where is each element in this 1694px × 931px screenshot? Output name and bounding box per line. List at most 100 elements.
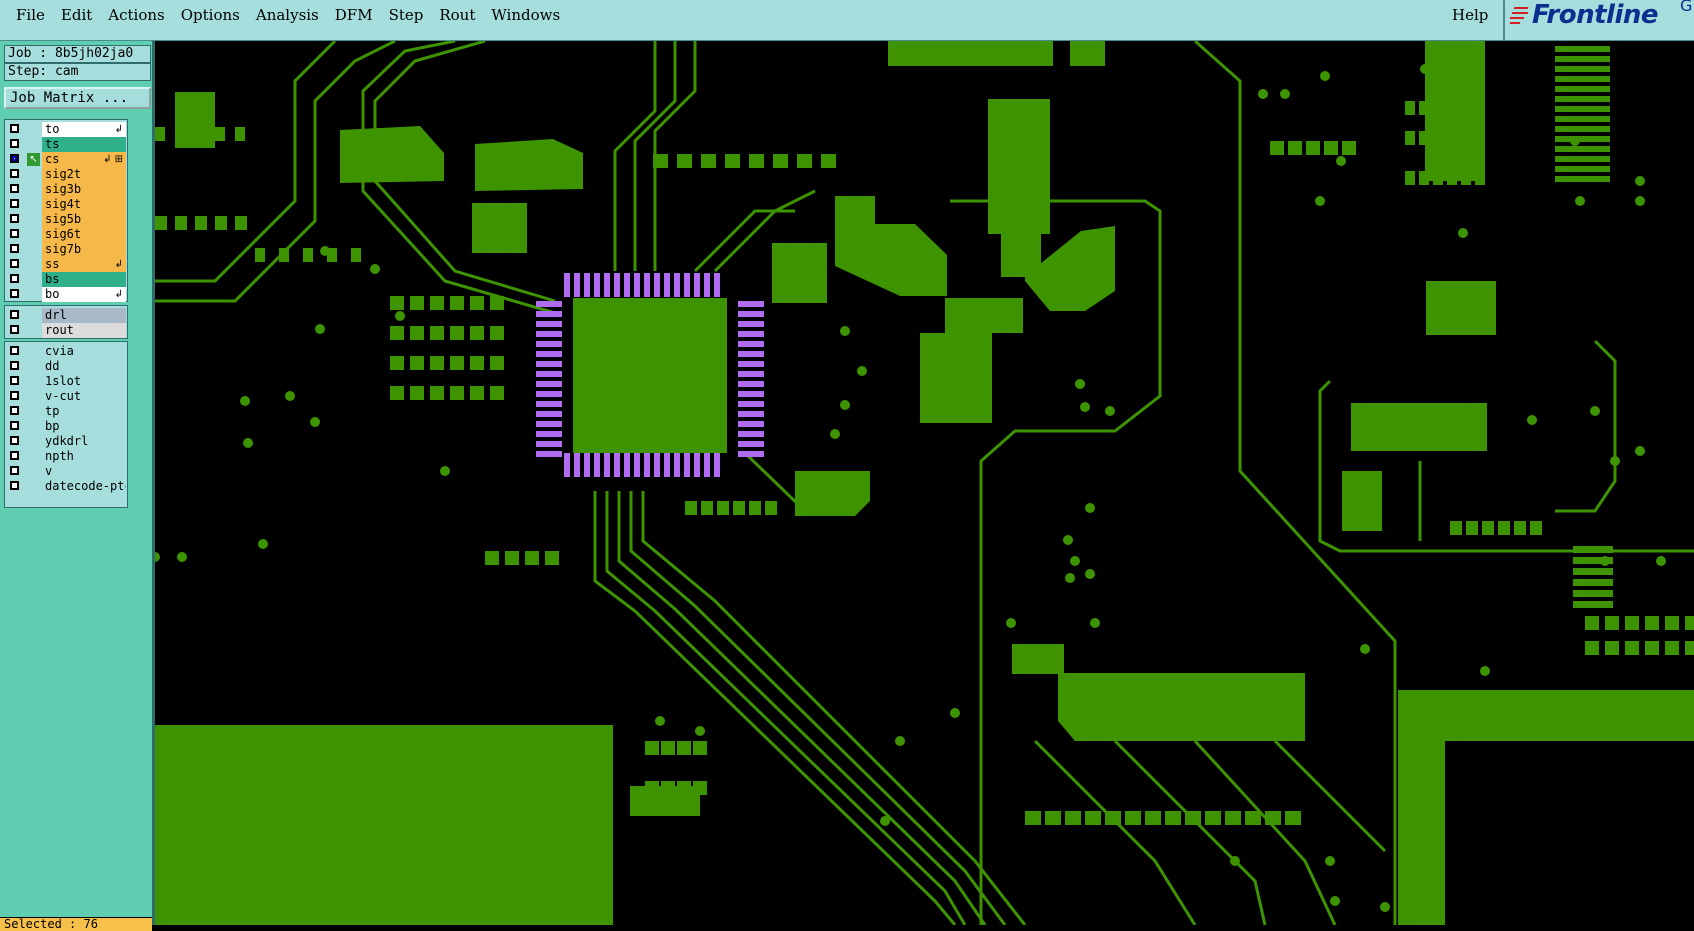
layer-checkbox[interactable] (10, 436, 19, 445)
layer-name[interactable]: 1slot (42, 374, 126, 389)
layer-row-1slot[interactable]: 1slot (5, 374, 127, 389)
layer-name[interactable]: sig5b (42, 212, 126, 227)
layer-checkbox[interactable] (10, 406, 19, 415)
affected-slot[interactable] (27, 198, 40, 211)
layer-row-tp[interactable]: tp (5, 404, 127, 419)
affected-slot[interactable] (27, 228, 40, 241)
affected-slot[interactable] (27, 390, 40, 403)
menu-rout[interactable]: Rout (431, 4, 483, 26)
layer-checkbox[interactable] (10, 481, 19, 490)
layer-row-dd[interactable]: dd (5, 359, 127, 374)
layer-row-ydkdrl[interactable]: ydkdrl (5, 434, 127, 449)
layer-checkbox[interactable] (10, 289, 19, 298)
layer-name[interactable]: sig3b (42, 182, 126, 197)
menu-help[interactable]: Help (1452, 4, 1488, 26)
layer-row-sig5b[interactable]: sig5b (5, 212, 127, 227)
affected-slot[interactable] (27, 324, 40, 337)
layer-checkbox[interactable] (10, 346, 19, 355)
layer-row-drl[interactable]: drl (5, 308, 127, 323)
affected-slot[interactable] (27, 258, 40, 271)
layer-name[interactable]: rout (42, 323, 126, 338)
layer-checkbox[interactable] (10, 310, 19, 319)
layer-name[interactable]: dd (42, 359, 126, 374)
layer-row-sig7b[interactable]: sig7b (5, 242, 127, 257)
affected-slot[interactable] (27, 213, 40, 226)
layer-row-npth[interactable]: npth (5, 449, 127, 464)
layer-checkbox[interactable] (10, 466, 19, 475)
menu-step[interactable]: Step (381, 4, 432, 26)
layer-row-v[interactable]: v (5, 464, 127, 479)
affected-slot[interactable] (27, 309, 40, 322)
layer-name[interactable]: v (42, 464, 126, 479)
layer-name[interactable]: sig2t (42, 167, 126, 182)
layer-row-v-cut[interactable]: v-cut (5, 389, 127, 404)
menu-file[interactable]: File (8, 4, 53, 26)
layer-name[interactable]: bs (42, 272, 126, 287)
layer-checkbox[interactable] (10, 169, 19, 178)
affected-slot[interactable] (27, 360, 40, 373)
layer-checkbox[interactable] (10, 184, 19, 193)
menu-actions[interactable]: Actions (100, 4, 172, 26)
layer-row-sig6t[interactable]: sig6t (5, 227, 127, 242)
affected-slot[interactable] (27, 138, 40, 151)
affected-slot[interactable] (27, 375, 40, 388)
affected-slot[interactable] (27, 183, 40, 196)
affected-slot[interactable] (27, 168, 40, 181)
layer-checkbox[interactable] (10, 274, 19, 283)
layer-name[interactable]: npth (42, 449, 126, 464)
layer-name[interactable]: ydkdrl (42, 434, 126, 449)
affected-slot[interactable] (27, 465, 40, 478)
layer-name[interactable]: ss ↲ (42, 257, 126, 272)
layer-checkbox[interactable] (10, 325, 19, 334)
menu-analysis[interactable]: Analysis (248, 4, 327, 26)
layer-name[interactable]: to ↲ (42, 122, 126, 137)
affected-cursor-icon[interactable]: ↖ (27, 153, 40, 166)
affected-slot[interactable] (27, 480, 40, 493)
affected-slot[interactable] (27, 405, 40, 418)
layer-checkbox[interactable] (10, 376, 19, 385)
affected-slot[interactable] (27, 345, 40, 358)
layer-name[interactable]: tp (42, 404, 126, 419)
layer-name[interactable]: bo ↲ (42, 287, 126, 302)
menu-windows[interactable]: Windows (483, 4, 568, 26)
layer-checkbox[interactable] (10, 244, 19, 253)
layer-checkbox[interactable] (10, 154, 19, 163)
affected-slot[interactable] (27, 450, 40, 463)
pcb-layout[interactable] (155, 41, 1694, 925)
layer-checkbox[interactable] (10, 214, 19, 223)
layer-name[interactable]: sig7b (42, 242, 126, 257)
affected-slot[interactable] (27, 288, 40, 301)
layer-checkbox[interactable] (10, 124, 19, 133)
layer-row-datecode-ptc[interactable]: datecode-ptc (5, 479, 127, 494)
layer-name[interactable]: cs ↲ ⊞ (42, 152, 126, 167)
affected-slot[interactable] (27, 420, 40, 433)
layer-row-sig2t[interactable]: sig2t (5, 167, 127, 182)
layer-checkbox[interactable] (10, 361, 19, 370)
layer-row-ss[interactable]: ss ↲ (5, 257, 127, 272)
layer-row-rout[interactable]: rout (5, 323, 127, 338)
layer-checkbox[interactable] (10, 199, 19, 208)
affected-slot[interactable] (27, 435, 40, 448)
layer-row-cvia[interactable]: cvia (5, 344, 127, 359)
affected-slot[interactable] (27, 243, 40, 256)
layer-name[interactable]: cvia (42, 344, 126, 359)
layer-row-bo[interactable]: bo ↲ (5, 287, 127, 302)
layer-row-ts[interactable]: ts (5, 137, 127, 152)
layer-checkbox[interactable] (10, 259, 19, 268)
layer-name[interactable]: v-cut (42, 389, 126, 404)
layer-checkbox[interactable] (10, 229, 19, 238)
layer-row-to[interactable]: to ↲ (5, 122, 127, 137)
affected-slot[interactable] (27, 273, 40, 286)
layer-row-sig3b[interactable]: sig3b (5, 182, 127, 197)
menu-edit[interactable]: Edit (53, 4, 100, 26)
layer-row-sig4t[interactable]: sig4t (5, 197, 127, 212)
layer-name[interactable]: sig6t (42, 227, 126, 242)
menu-options[interactable]: Options (173, 4, 248, 26)
layer-name[interactable]: bp (42, 419, 126, 434)
layer-name[interactable]: ts (42, 137, 126, 152)
layer-name[interactable]: datecode-ptc (42, 479, 126, 494)
layer-checkbox[interactable] (10, 391, 19, 400)
affected-slot[interactable] (27, 123, 40, 136)
layer-name[interactable]: sig4t (42, 197, 126, 212)
pcb-graphic-area[interactable] (155, 41, 1694, 925)
